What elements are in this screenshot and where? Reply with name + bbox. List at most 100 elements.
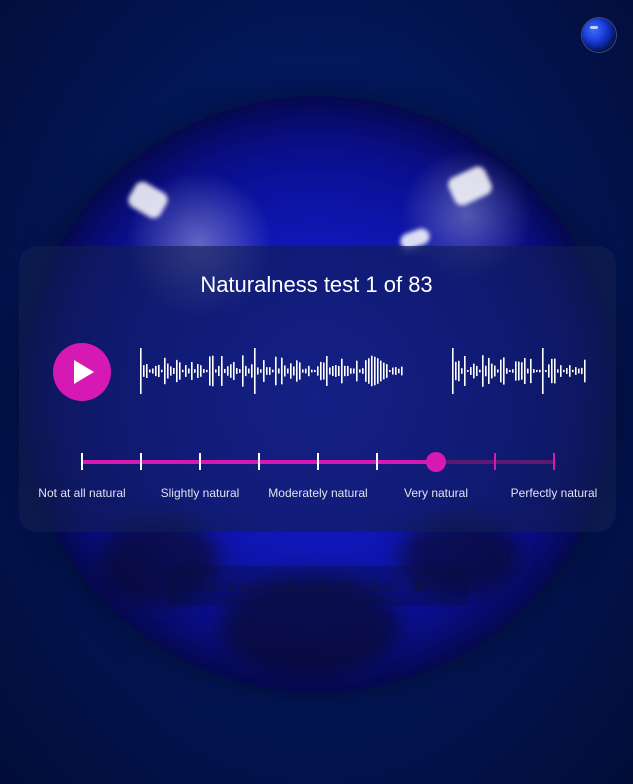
- waveform-bar: [257, 367, 259, 375]
- waveform-bar: [164, 357, 166, 385]
- rating-label-not-at-all-natural: Not at all natural: [38, 486, 126, 500]
- waveform-bar: [386, 364, 388, 378]
- waveform-bar: [497, 369, 499, 373]
- waveform-bar: [296, 360, 298, 382]
- waveform-bar: [575, 367, 577, 375]
- waveform-bar: [500, 359, 502, 383]
- waveform-bar: [173, 367, 175, 375]
- waveform-bar: [380, 360, 382, 382]
- waveform-bar: [221, 356, 223, 386]
- waveform-bar: [482, 355, 484, 387]
- waveform-bar: [188, 368, 190, 374]
- waveform-bar: [461, 368, 463, 374]
- waveform-bar: [464, 356, 466, 386]
- waveform-bar: [152, 368, 154, 374]
- slider-thumb[interactable]: [426, 452, 446, 472]
- waveform-bar: [359, 369, 361, 373]
- page-title: Naturalness test 1 of 83: [200, 272, 433, 297]
- waveform-bar: [317, 366, 319, 376]
- rating-label-perfectly-natural: Perfectly natural: [510, 486, 598, 500]
- waveform-bar: [206, 369, 208, 373]
- waveform-bar: [503, 357, 505, 385]
- waveform-bar: [290, 363, 292, 379]
- waveform-bar: [581, 367, 583, 375]
- waveform-bar: [392, 367, 394, 375]
- waveform-bar: [539, 369, 541, 373]
- waveform-bar: [494, 365, 496, 377]
- waveform-bar: [236, 368, 238, 374]
- waveform-bar: [326, 356, 328, 386]
- waveform-bar: [524, 358, 526, 384]
- globe-icon[interactable]: [582, 18, 616, 52]
- waveform-bar: [569, 365, 571, 377]
- rating-label-very-natural: Very natural: [403, 486, 469, 500]
- waveform-bar: [521, 362, 523, 380]
- waveform-bar: [401, 366, 403, 376]
- slider-tick: [494, 453, 496, 470]
- waveform-bar: [473, 363, 475, 379]
- waveform-bar: [560, 365, 562, 377]
- waveform-bar: [533, 369, 535, 373]
- waveform-bar: [251, 364, 253, 378]
- waveform-bar: [470, 367, 472, 375]
- waveform-bar: [158, 364, 160, 378]
- waveform-bar: [491, 363, 493, 379]
- naturalness-rating-slider[interactable]: [81, 452, 555, 472]
- waveform-bar: [284, 365, 286, 377]
- waveform-bar: [212, 355, 214, 387]
- waveform-bar: [563, 369, 565, 373]
- waveform-bar: [368, 358, 370, 384]
- waveform-bar: [467, 369, 469, 373]
- waveform-bar: [239, 369, 241, 373]
- waveform-bar: [452, 348, 454, 394]
- waveform-bar: [350, 368, 352, 374]
- waveform-bar: [215, 369, 217, 373]
- waveform-bar: [299, 362, 301, 380]
- waveform-bar: [458, 360, 460, 382]
- waveform-bar: [548, 364, 550, 378]
- waveform-bar: [149, 369, 151, 373]
- waveform-bar: [320, 361, 322, 381]
- send-icon: [413, 579, 430, 593]
- waveform-bar: [398, 368, 400, 374]
- waveform-bar: [389, 369, 391, 373]
- rating-label-slightly-natural: Slightly natural: [160, 486, 240, 500]
- play-button[interactable]: [53, 343, 111, 401]
- slider-tick: [258, 453, 260, 470]
- submit-button[interactable]: SUBMIT AND GO TO NEXT: [168, 566, 468, 606]
- waveform-bar: [227, 366, 229, 376]
- waveform-bar: [179, 362, 181, 380]
- slider-tick: [199, 453, 201, 470]
- waveform-bar: [542, 348, 544, 394]
- waveform-bar: [218, 365, 220, 377]
- waveform-bar: [278, 368, 280, 374]
- waveform-bar: [578, 368, 580, 374]
- waveform-bar: [260, 369, 262, 373]
- play-icon: [74, 360, 94, 384]
- waveform-bar: [233, 362, 235, 380]
- waveform-bar: [551, 358, 553, 384]
- waveform-bar: [305, 368, 307, 374]
- waveform-bar: [170, 366, 172, 376]
- waveform-bar: [395, 367, 397, 375]
- waveform-bar: [302, 369, 304, 373]
- waveform-bar: [182, 369, 184, 373]
- waveform-bar: [203, 369, 205, 373]
- slider-tick: [317, 453, 319, 470]
- waveform-bar: [191, 362, 193, 380]
- waveform-bar: [338, 365, 340, 377]
- waveform-bar: [557, 369, 559, 373]
- waveform-bar: [506, 368, 508, 374]
- waveform-bar: [335, 365, 337, 377]
- waveform-bar: [566, 368, 568, 374]
- waveform-bar: [341, 358, 343, 384]
- waveform-bar: [176, 359, 178, 383]
- waveform-bar: [314, 369, 316, 373]
- waveform-bar: [527, 368, 529, 374]
- waveform-bar: [536, 369, 538, 373]
- submit-label: SUBMIT AND GO TO NEXT: [206, 578, 404, 594]
- waveform-bar: [356, 360, 358, 382]
- waveform-bar: [488, 357, 490, 385]
- waveform-bar: [362, 368, 364, 374]
- waveform-bar: [275, 356, 277, 386]
